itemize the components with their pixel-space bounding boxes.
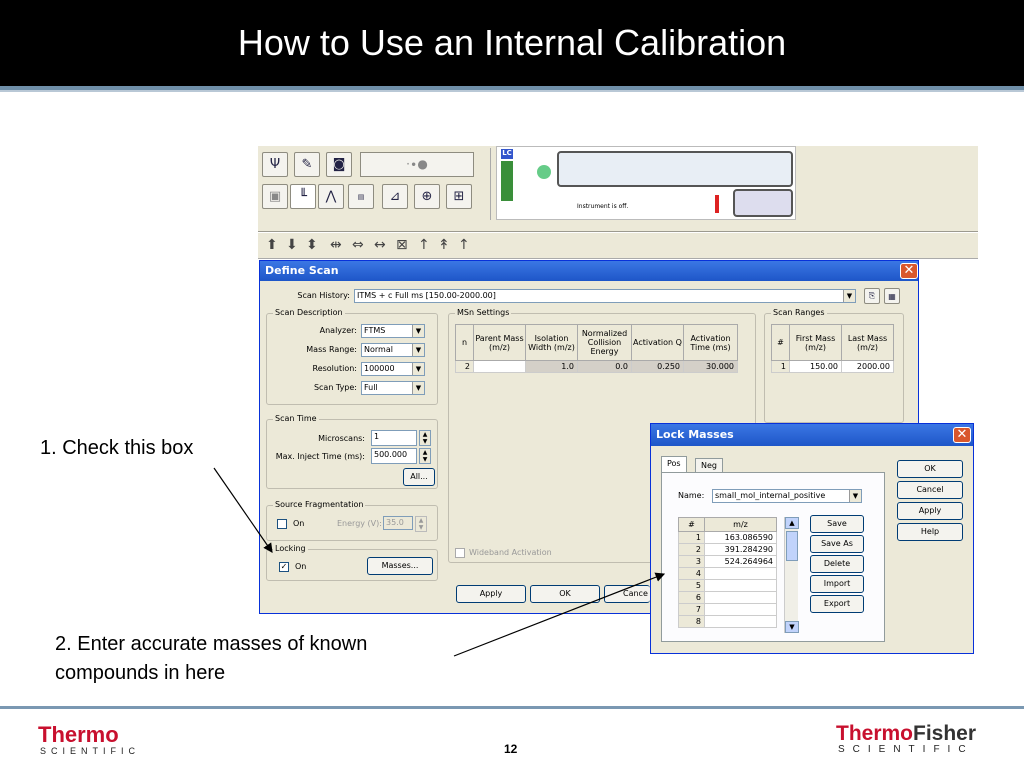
logo-part-fisher: Fisher [913,722,977,745]
thermo-fisher-logo-sub: SCIENTIFIC [838,744,974,755]
arrow-to-locking-checkbox [213,467,273,553]
annotation-arrows [213,467,666,657]
page-number: 12 [504,742,518,756]
thermo-logo-sub: SCIENTIFIC [40,746,141,756]
footer-divider [0,706,1024,709]
logo-part-thermo: Thermo [836,722,914,745]
thermo-fisher-logo: ThermoFisher [836,722,976,746]
thermo-logo: Thermo [38,722,119,747]
arrow-to-lock-masses-table [453,572,666,657]
